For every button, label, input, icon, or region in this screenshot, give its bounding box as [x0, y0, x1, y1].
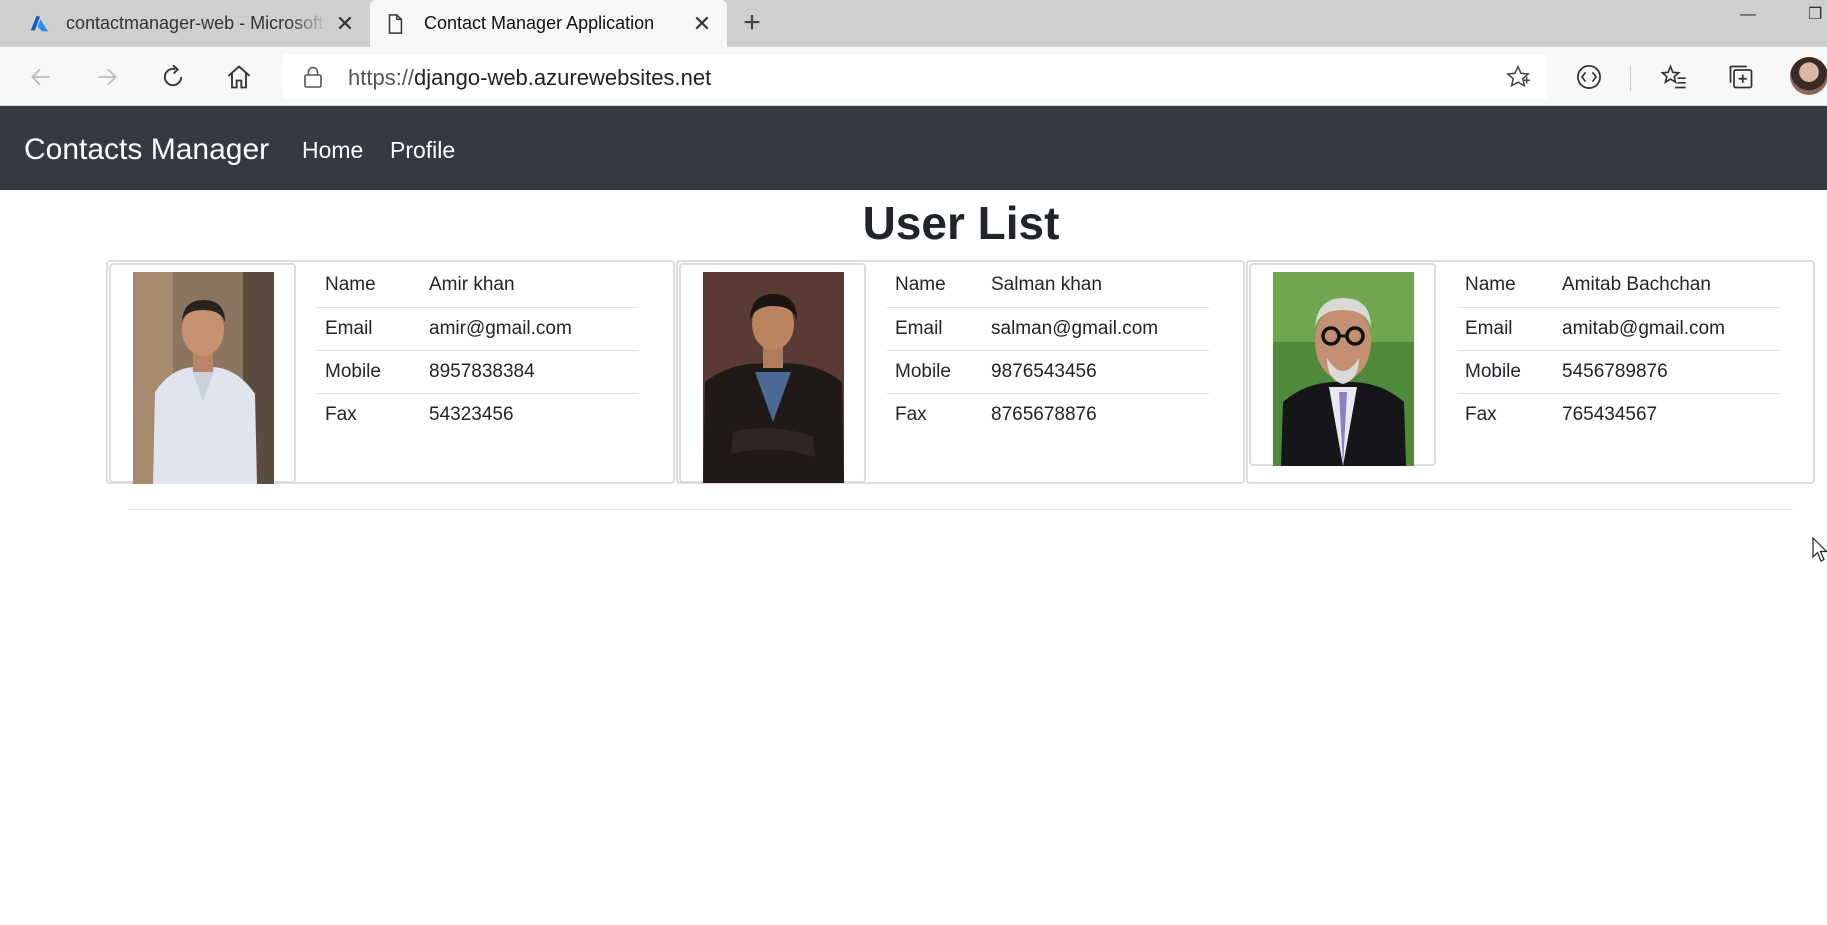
table-row: Fax 54323456 [317, 392, 639, 436]
contact-details-table: Name Amir khan Email amir@gmail.com Mobile… [317, 264, 639, 436]
contact-mobile: 9876543456 [983, 349, 1209, 393]
favorites-icon [1660, 64, 1686, 89]
contact-name: Salman khan [991, 274, 1102, 296]
close-tab-icon[interactable]: ✕ [691, 13, 713, 35]
profile-avatar[interactable] [1790, 57, 1827, 95]
close-tab-icon[interactable]: ✕ [334, 13, 356, 35]
browser-tabstrip: contactmanager-web - Microsoft Azure ✕ C… [0, 0, 1827, 47]
contact-card: Name Amitab Bachchan Email amitab@gmail.co… [1246, 260, 1815, 484]
favorites-button[interactable] [1655, 58, 1693, 96]
brand-link[interactable]: Contacts Manager [24, 133, 269, 167]
url-scheme: https:// [348, 65, 415, 90]
contact-fax: 54323456 [421, 392, 639, 436]
toolbar-separator [1630, 65, 1631, 91]
contact-photo-amitab [1273, 272, 1414, 466]
label-mobile: Mobile [1457, 349, 1554, 393]
contact-details-table: Name Amitab Bachchan Email amitab@gmail.co… [1457, 264, 1779, 436]
horizontal-divider [128, 509, 1793, 510]
contact-card: Name Amir khan Email amir@gmail.com Mobile… [106, 260, 675, 484]
refresh-button[interactable] [154, 58, 192, 96]
address-bar[interactable]: https://django-web.azurewebsites.net [282, 54, 1547, 99]
label-email: Email [887, 306, 983, 350]
label-name: Name [325, 274, 376, 296]
contact-fax: 765434567 [1554, 392, 1779, 436]
contact-mobile: 5456789876 [1554, 349, 1779, 393]
browser-tab-azure[interactable]: contactmanager-web - Microsoft Azure ✕ [0, 0, 370, 47]
minimize-icon[interactable]: — [1740, 6, 1756, 24]
page-title: User List [862, 197, 1060, 249]
collections-icon [1729, 65, 1753, 89]
label-mobile: Mobile [317, 349, 421, 393]
contact-card: Name Salman khan Email salman@gmail.com Mo… [676, 260, 1245, 484]
back-arrow-icon [31, 68, 50, 86]
table-row: Name Amitab Bachchan [1457, 264, 1779, 307]
contact-photo-amir [133, 272, 274, 484]
label-fax: Fax [317, 392, 421, 436]
browser-toolbar: https://django-web.azurewebsites.net [0, 47, 1827, 106]
contact-photo-frame [679, 263, 866, 483]
url-text[interactable]: https://django-web.azurewebsites.net [348, 65, 711, 91]
refresh-icon [163, 64, 183, 87]
label-name: Name [895, 274, 946, 296]
collections-button[interactable] [1722, 58, 1760, 96]
table-row: Fax 8765678876 [887, 392, 1209, 436]
home-icon [227, 65, 251, 89]
table-row: Mobile 5456789876 [1457, 349, 1779, 393]
site-navbar: Contacts Manager Home Profile [0, 106, 1827, 190]
contact-email: amitab@gmail.com [1554, 306, 1779, 350]
nav-link-profile[interactable]: Profile [390, 137, 455, 164]
table-row: Email amitab@gmail.com [1457, 306, 1779, 350]
tab-title: Contact Manager Application [424, 13, 655, 33]
table-row: Name Amir khan [317, 264, 639, 307]
lock-icon[interactable] [302, 65, 324, 89]
label-name: Name [1465, 274, 1516, 296]
azure-logo-icon [30, 15, 49, 32]
nav-link-home[interactable]: Home [302, 137, 363, 164]
page-icon [388, 14, 403, 34]
restore-icon[interactable]: ❐ [1808, 4, 1822, 24]
contact-name: Amir khan [429, 274, 515, 296]
reading-view-icon [1577, 65, 1601, 89]
table-row: Name Salman khan [887, 264, 1209, 307]
contact-name: Amitab Bachchan [1562, 274, 1711, 296]
contact-details-table: Name Salman khan Email salman@gmail.com Mo… [887, 264, 1209, 436]
label-fax: Fax [1457, 392, 1554, 436]
label-email: Email [317, 306, 421, 350]
table-row: Mobile 9876543456 [887, 349, 1209, 393]
contact-email: salman@gmail.com [983, 306, 1209, 350]
table-row: Mobile 8957838384 [317, 349, 639, 393]
label-fax: Fax [887, 392, 983, 436]
reading-view-button[interactable] [1570, 58, 1608, 96]
tab-title: contactmanager-web - Microsoft Azure [66, 13, 328, 33]
mouse-cursor-icon [1812, 537, 1827, 562]
label-mobile: Mobile [887, 349, 983, 393]
label-email: Email [1457, 306, 1554, 350]
contact-fax: 8765678876 [983, 392, 1209, 436]
add-favorite-star-icon[interactable] [1505, 64, 1531, 90]
table-row: Email salman@gmail.com [887, 306, 1209, 350]
forward-arrow-icon [98, 68, 117, 86]
back-button[interactable] [22, 58, 60, 96]
browser-tab-contact-manager[interactable]: Contact Manager Application ✕ [370, 0, 727, 47]
contact-mobile: 8957838384 [421, 349, 639, 393]
contact-photo-frame [1249, 263, 1436, 466]
contact-email: amir@gmail.com [421, 306, 639, 350]
new-tab-button[interactable]: + [736, 7, 768, 39]
forward-button[interactable] [88, 58, 126, 96]
table-row: Email amir@gmail.com [317, 306, 639, 350]
url-host: django-web.azurewebsites.net [414, 65, 712, 90]
home-button[interactable] [220, 58, 258, 96]
contact-photo-salman [703, 272, 844, 483]
table-row: Fax 765434567 [1457, 392, 1779, 436]
contact-photo-frame [109, 263, 296, 484]
